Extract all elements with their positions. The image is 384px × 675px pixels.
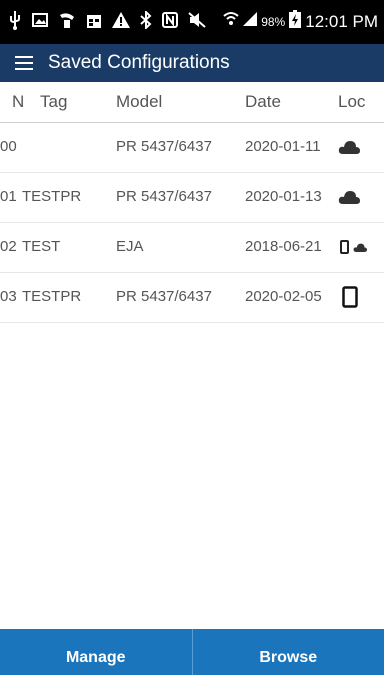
bottom-action-bar: Manage Browse (0, 629, 384, 675)
calendar-icon (86, 12, 102, 29)
row-tag: TESTPR (22, 188, 82, 205)
row-tag: TEST (22, 238, 61, 255)
cloud-icon (338, 122, 360, 172)
cloud-icon (353, 243, 367, 252)
browse-button[interactable]: Browse (193, 629, 384, 675)
usb-icon (8, 10, 22, 30)
app-bar: Saved Configurations (0, 44, 384, 82)
row-model: PR 5437/6437 (116, 138, 212, 155)
row-number: 03 (0, 288, 17, 305)
nfc-icon (162, 12, 178, 28)
signal-icon (243, 12, 258, 31)
manage-button[interactable]: Manage (0, 629, 192, 675)
table-header: N Tag Model Date Loc (0, 82, 384, 123)
clock: 12:01 PM (305, 11, 378, 31)
hamburger-menu-icon[interactable] (6, 44, 42, 82)
phone-sync-icon (58, 11, 76, 29)
cloud-icon (338, 172, 360, 222)
column-header-n[interactable]: N (12, 82, 24, 122)
row-model: PR 5437/6437 (116, 188, 212, 205)
table-row[interactable]: 03 TESTPR PR 5437/6437 2020-02-05 (0, 272, 384, 323)
phone-icon (342, 272, 358, 322)
mute-icon (188, 12, 206, 28)
bluetooth-icon (140, 11, 152, 29)
status-bar: 98% 12:01 PM (0, 0, 384, 44)
row-tag: TESTPR (22, 288, 82, 305)
battery-charging-icon (289, 10, 302, 33)
table-row[interactable]: 02 TEST EJA 2018-06-21 (0, 222, 384, 273)
column-header-date[interactable]: Date (245, 82, 281, 122)
phone-cloud-icon (340, 222, 367, 272)
system-status: 98% 12:01 PM (223, 10, 378, 33)
row-number: 00 (0, 138, 17, 155)
row-model: EJA (116, 238, 144, 255)
row-number: 02 (0, 238, 17, 255)
column-header-loc[interactable]: Loc (338, 82, 365, 122)
table-row[interactable]: 01 TESTPR PR 5437/6437 2020-01-13 (0, 172, 384, 223)
row-model: PR 5437/6437 (116, 288, 212, 305)
phone-icon (340, 240, 349, 254)
row-number: 01 (0, 188, 17, 205)
row-date: 2020-01-13 (245, 188, 322, 205)
notification-icons (8, 10, 206, 30)
row-date: 2018-06-21 (245, 238, 322, 255)
image-icon (32, 12, 48, 28)
column-header-model[interactable]: Model (116, 82, 162, 122)
page-title: Saved Configurations (48, 52, 230, 73)
row-date: 2020-01-11 (245, 138, 321, 155)
row-date: 2020-02-05 (245, 288, 322, 305)
wifi-icon (223, 11, 239, 32)
warning-icon (112, 12, 130, 28)
column-header-tag[interactable]: Tag (40, 82, 67, 122)
table-row[interactable]: 00 PR 5437/6437 2020-01-11 (0, 122, 384, 173)
battery-percent: 98% (261, 14, 286, 29)
